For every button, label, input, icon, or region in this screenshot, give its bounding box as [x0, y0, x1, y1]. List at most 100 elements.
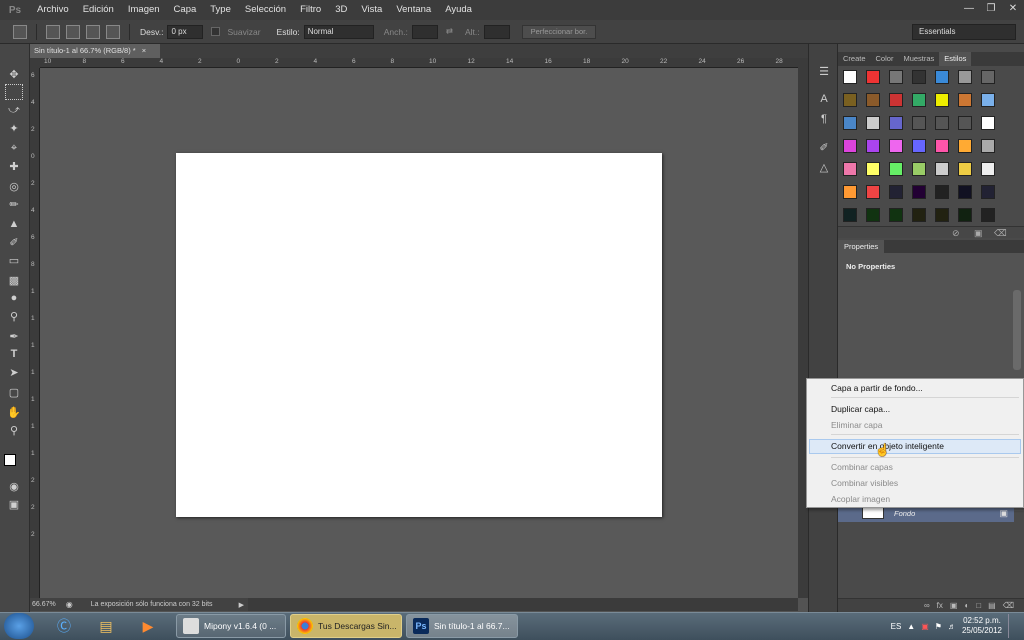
menu-item-capa-a-partir-de-fondo[interactable]: Capa a partir de fondo... [831, 383, 923, 393]
style-preset-swatch[interactable] [958, 93, 972, 107]
style-preset-swatch[interactable] [935, 93, 949, 107]
style-preset-swatch[interactable] [912, 162, 926, 176]
style-preset-swatch[interactable] [843, 162, 857, 176]
style-preset-swatch[interactable] [981, 70, 995, 84]
clone-stamp-tool-icon[interactable]: ▲ [5, 216, 23, 232]
path-selection-tool-icon[interactable]: ➤ [5, 364, 23, 380]
delete-layer-icon[interactable]: ⌫ [1003, 601, 1014, 610]
eraser-tool-icon[interactable]: ▭ [5, 252, 23, 268]
tab-properties[interactable]: Properties [838, 240, 885, 253]
style-preset-swatch[interactable] [889, 139, 903, 153]
style-preset-swatch[interactable] [981, 93, 995, 107]
menu-item-eliminar-capa[interactable]: Eliminar capa [831, 420, 883, 430]
screen-mode-icon[interactable]: ▣ [5, 496, 23, 512]
workspace-select[interactable]: Essentials [912, 24, 1016, 40]
tab-muestras[interactable]: Muestras [898, 52, 939, 66]
blur-tool-icon[interactable]: ● [5, 290, 23, 306]
media-player-icon[interactable]: ▶ [130, 614, 166, 638]
style-preset-swatch[interactable] [935, 139, 949, 153]
menu-item-combinar-capas[interactable]: Combinar capas [831, 462, 893, 472]
style-preset-swatch[interactable] [935, 70, 949, 84]
tab-create[interactable]: Create [838, 52, 871, 66]
add-selection-icon[interactable] [66, 24, 80, 39]
menu-capa[interactable]: Capa [167, 0, 204, 20]
style-preset-swatch[interactable] [843, 93, 857, 107]
action-center-icon[interactable]: ⚑ [935, 622, 942, 631]
style-preset-swatch[interactable] [935, 116, 949, 130]
hand-tool-icon[interactable]: ✋ [5, 404, 23, 420]
new-style-icon[interactable]: ▣ [974, 228, 983, 239]
style-preset-swatch[interactable] [866, 162, 880, 176]
style-preset-swatch[interactable] [843, 139, 857, 153]
brush-tool-icon[interactable]: ✏ [5, 196, 23, 212]
style-preset-swatch[interactable] [981, 116, 995, 130]
style-preset-swatch[interactable] [912, 93, 926, 107]
menu-type[interactable]: Type [203, 0, 238, 20]
refine-edge-button[interactable]: Perfeccionar bor. [521, 24, 597, 39]
start-button[interactable] [4, 613, 34, 639]
menu-item-acoplar-imagen[interactable]: Acoplar imagen [831, 494, 890, 504]
type-tool-icon[interactable]: T [5, 346, 23, 362]
intersect-selection-icon[interactable] [106, 24, 120, 39]
minimize-icon[interactable]: — [958, 0, 980, 16]
shape-tool-icon[interactable]: ▢ [5, 384, 23, 400]
add-mask-icon[interactable]: ▣ [950, 601, 958, 610]
style-preset-swatch[interactable] [889, 116, 903, 130]
style-preset-swatch[interactable] [912, 208, 926, 222]
style-preset-swatch[interactable] [866, 208, 880, 222]
ie-icon[interactable]: Ⓒ [46, 614, 82, 638]
menu-item-combinar-visibles[interactable]: Combinar visibles [831, 478, 898, 488]
tab-estilos[interactable]: Estilos [939, 52, 972, 66]
language-indicator[interactable]: ES [891, 622, 902, 631]
style-preset-swatch[interactable] [981, 208, 995, 222]
width-input[interactable] [411, 24, 438, 39]
style-preset-swatch[interactable] [866, 70, 880, 84]
lasso-tool-icon[interactable]: ⤻ [5, 102, 23, 118]
style-preset-swatch[interactable] [843, 185, 857, 199]
style-preset-swatch[interactable] [866, 93, 880, 107]
status-arrow-icon[interactable]: ▶ [239, 601, 244, 609]
style-preset-swatch[interactable] [981, 139, 995, 153]
style-preset-swatch[interactable] [935, 162, 949, 176]
dodge-tool-icon[interactable]: ⚲ [5, 308, 23, 324]
pen-tool-icon[interactable]: ✒ [5, 328, 23, 344]
style-preset-swatch[interactable] [981, 162, 995, 176]
menu-3d[interactable]: 3D [328, 0, 354, 20]
fx-icon[interactable]: fx [937, 601, 943, 610]
menu-seleccion[interactable]: Selección [238, 0, 293, 20]
vertical-scrollbar[interactable] [798, 58, 808, 598]
zoom-level[interactable]: 66.67% [32, 601, 56, 608]
menu-vista[interactable]: Vista [354, 0, 389, 20]
move-tool-icon[interactable]: ✥ [5, 66, 23, 82]
style-preset-swatch[interactable] [866, 185, 880, 199]
foreground-color-swatch[interactable] [4, 454, 16, 466]
document-tab[interactable]: Sin título-1 al 66.7% (RGB/8) * × [30, 44, 160, 58]
brush-panel-icon[interactable]: ✐ [817, 140, 831, 154]
smooth-checkbox[interactable] [211, 27, 221, 36]
style-preset-swatch[interactable] [958, 162, 972, 176]
new-group-icon[interactable]: □ [976, 601, 981, 610]
network-icon[interactable]: ▣ [921, 622, 929, 631]
style-preset-swatch[interactable] [981, 185, 995, 199]
style-preset-swatch[interactable] [958, 139, 972, 153]
marquee-tool-preset-icon[interactable] [13, 24, 27, 39]
style-preset-swatch[interactable] [912, 139, 926, 153]
feather-input[interactable]: 0 px [167, 24, 204, 39]
history-panel-icon[interactable]: ☰ [817, 64, 831, 78]
style-preset-swatch[interactable] [843, 208, 857, 222]
status-info-icon[interactable]: ◉ [66, 600, 73, 609]
quick-select-tool-icon[interactable]: ✦ [5, 120, 23, 136]
healing-brush-tool-icon[interactable]: ◎ [5, 178, 23, 194]
task-photoshop[interactable]: Ps Sin título-1 al 66.7... [406, 614, 518, 638]
document-canvas[interactable] [176, 153, 662, 517]
style-preset-swatch[interactable] [958, 116, 972, 130]
delete-style-icon[interactable]: ⌫ [994, 228, 1007, 239]
task-chrome[interactable]: Tus Descargas Sin... [290, 614, 402, 638]
subtract-selection-icon[interactable] [86, 24, 100, 39]
style-preset-swatch[interactable] [843, 116, 857, 130]
paragraph-panel-icon[interactable]: ¶ [817, 112, 831, 126]
clear-style-icon[interactable]: ⊘ [952, 228, 960, 239]
history-brush-tool-icon[interactable]: ✐ [5, 234, 23, 250]
show-desktop-button[interactable] [1008, 614, 1018, 638]
style-preset-swatch[interactable] [912, 185, 926, 199]
